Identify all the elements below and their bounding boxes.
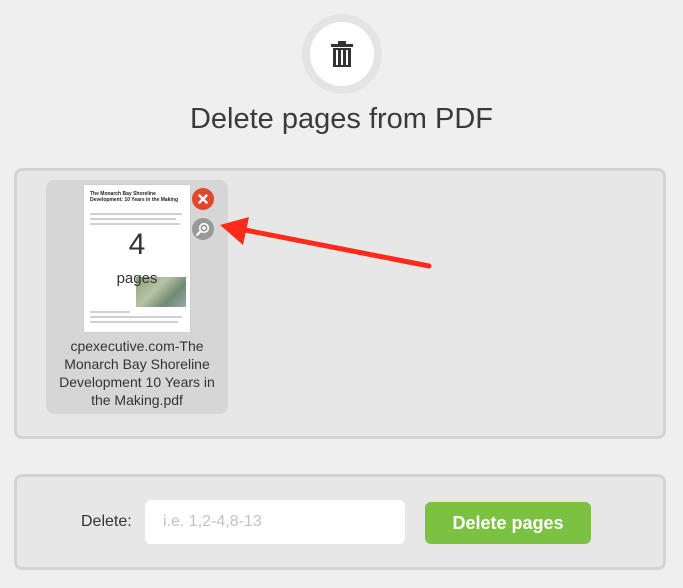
page-title: Delete pages from PDF (189, 103, 493, 135)
close-icon (198, 194, 208, 204)
zoom-preview-button[interactable] (192, 218, 214, 240)
delete-label: Delete: (81, 513, 132, 530)
file-name: cpexecutive.com-The Monarch Bay Shorelin… (59, 338, 215, 408)
file-list-panel[interactable]: The Monarch Bay Shoreline Development: 1… (14, 168, 666, 439)
thumbnail-text-line (90, 213, 182, 215)
file-card[interactable]: The Monarch Bay Shoreline Development: 1… (46, 180, 228, 414)
thumbnail-text-line (90, 223, 180, 225)
trash-icon-badge (302, 14, 382, 94)
page-count: 4 (128, 228, 146, 261)
delete-pages-button[interactable]: Delete pages (425, 502, 591, 544)
page-range-input[interactable] (145, 500, 405, 544)
page-count-unit: pages (116, 270, 158, 287)
delete-form-panel: Delete: Delete pages (14, 474, 666, 570)
remove-file-button[interactable] (192, 188, 214, 210)
thumbnail-text-line (90, 311, 130, 313)
thumbnail-title: The Monarch Bay Shoreline Development: 1… (90, 191, 178, 203)
thumbnail-text-line (90, 321, 178, 323)
thumbnail-text-line (90, 316, 182, 318)
zoom-in-icon (196, 222, 210, 236)
thumbnail-text-line (90, 218, 176, 220)
trash-icon (331, 41, 353, 67)
trash-icon-background (310, 22, 374, 86)
